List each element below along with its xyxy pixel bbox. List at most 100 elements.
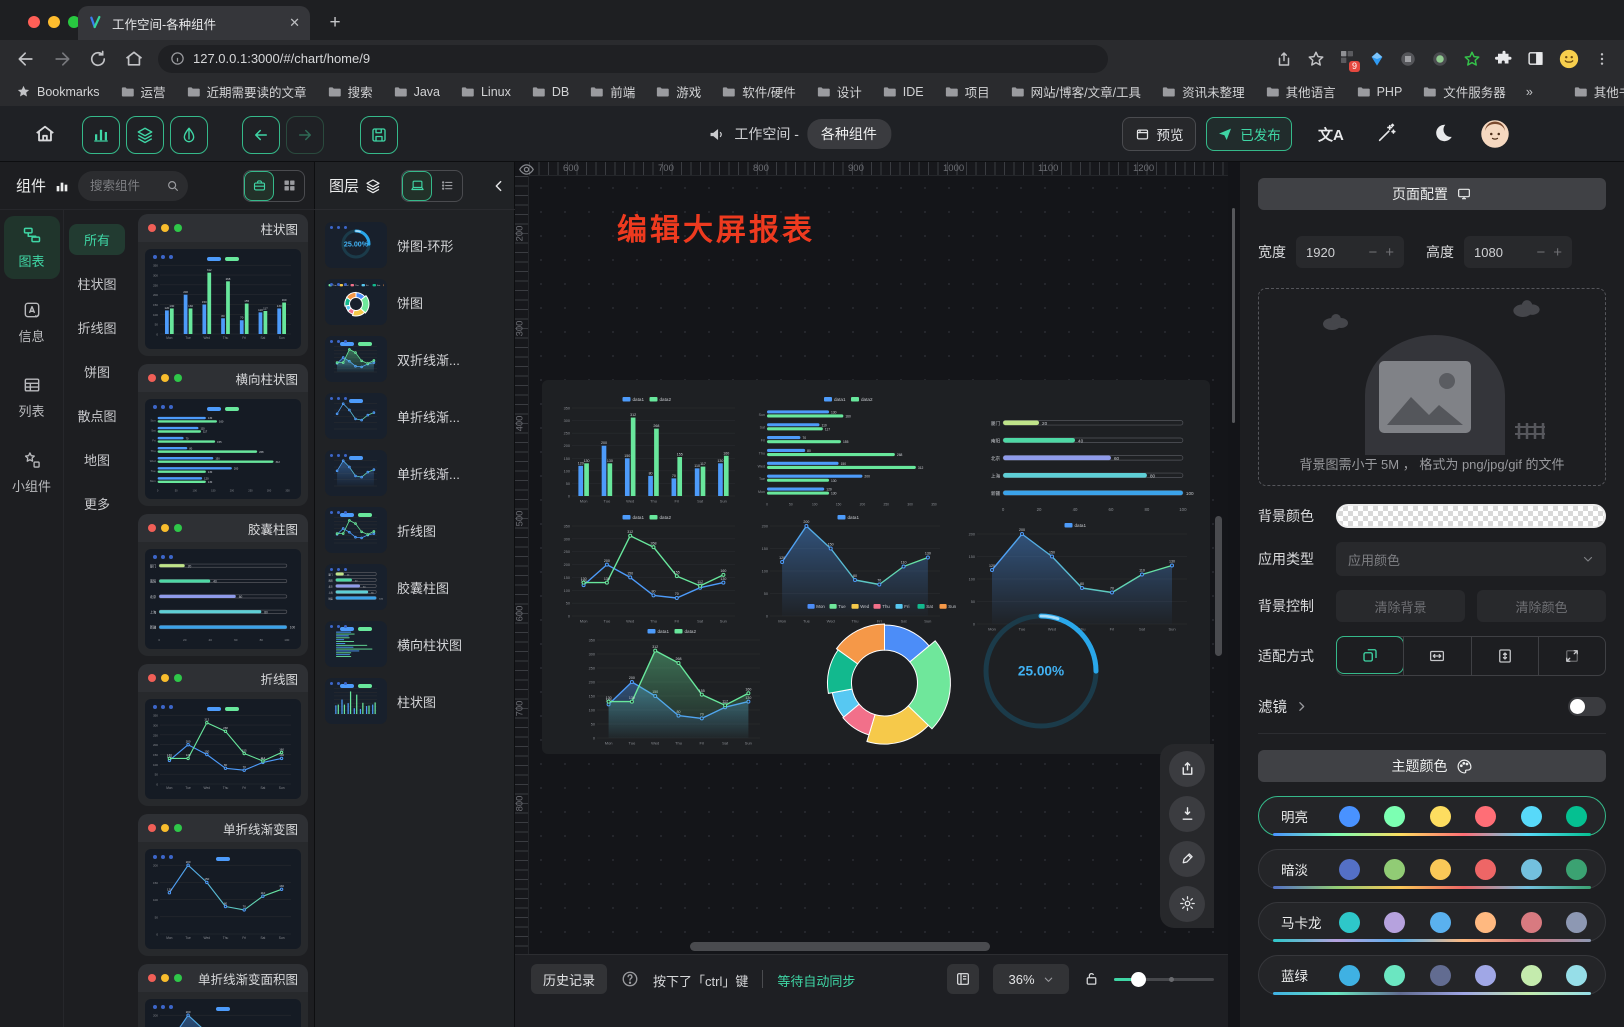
category-item[interactable]: 更多 xyxy=(69,488,125,519)
canvas-hbar-chart[interactable]: 050100150200250300350SunSatFriThuWedTueM… xyxy=(755,394,947,509)
ruler-eye-icon[interactable] xyxy=(518,162,535,178)
settings-button[interactable] xyxy=(1169,886,1205,922)
category-item[interactable]: 地图 xyxy=(69,444,125,475)
layers-list-view-button[interactable] xyxy=(432,171,462,201)
bookmark-folder[interactable]: DB xyxy=(531,84,569,99)
layer-item[interactable]: 厦门20南阳40北京60上海80新疆100 胶囊柱图 xyxy=(325,562,507,612)
layer-item[interactable]: 25.00% 饼图-环形 xyxy=(325,220,507,270)
forward-icon[interactable] xyxy=(52,49,72,69)
bookmark-folder[interactable]: 其他语言 xyxy=(1265,82,1336,101)
sidebar-item-widgets[interactable]: 小组件 xyxy=(4,441,60,504)
sidebar-item-charts[interactable]: 图表 xyxy=(4,216,60,279)
width-stepper[interactable]: 1920 −+ xyxy=(1296,236,1404,268)
canvas-progress-ring[interactable]: 25.00% xyxy=(980,610,1102,735)
canvas-pie-chart[interactable]: MonTueWedThuFriSatSun xyxy=(777,602,992,755)
extension-icon[interactable]: 9 xyxy=(1339,49,1355,68)
publish-button[interactable]: 已发布 xyxy=(1206,117,1292,151)
bookmark-folder[interactable]: 资讯未整理 xyxy=(1161,82,1245,101)
zoom-select[interactable]: 36% xyxy=(993,964,1069,994)
browser-tab[interactable]: 工作空间-各种组件 ✕ xyxy=(78,6,310,40)
other-bookmarks-folder[interactable]: 其他书签 xyxy=(1573,82,1624,101)
charts-panel-toggle-button[interactable] xyxy=(82,116,120,154)
settings-panel-scrollbar[interactable] xyxy=(1232,208,1235,423)
redo-button[interactable] xyxy=(286,116,324,154)
bookmark-folder[interactable]: 软件/硬件 xyxy=(721,82,795,101)
traffic-light-minimize[interactable] xyxy=(48,16,60,28)
category-item[interactable]: 所有 xyxy=(69,224,125,255)
tab-close-icon[interactable]: ✕ xyxy=(289,15,300,31)
design-canvas[interactable]: 6007008009001000110012001300 20030040050… xyxy=(515,162,1228,1027)
fit-fullscreen-button[interactable] xyxy=(1538,637,1605,675)
lock-icon[interactable] xyxy=(1083,970,1100,987)
bookmark-folder[interactable]: 前端 xyxy=(589,82,635,101)
extension-circle-icon[interactable] xyxy=(1399,50,1417,68)
import-button[interactable] xyxy=(1169,796,1205,832)
width-minus-icon[interactable]: − xyxy=(1368,244,1377,261)
bookmark-folder[interactable]: PHP xyxy=(1356,84,1403,99)
project-name-badge[interactable]: 各种组件 xyxy=(807,119,891,149)
component-search[interactable] xyxy=(78,171,188,201)
export-button[interactable] xyxy=(1169,751,1205,787)
help-icon[interactable] xyxy=(621,970,639,988)
fit-scale-button[interactable] xyxy=(1336,636,1404,674)
browser-menu-icon[interactable] xyxy=(1594,51,1610,67)
back-icon[interactable] xyxy=(16,49,36,69)
clear-background-button[interactable]: 清除背景 xyxy=(1336,590,1465,622)
height-minus-icon[interactable]: − xyxy=(1536,244,1545,261)
canvas-text-widget[interactable]: 编辑大屏报表 xyxy=(617,205,815,249)
layer-item[interactable]: 双折线渐... xyxy=(325,334,507,384)
bookmark-folder[interactable]: Linux xyxy=(460,84,511,99)
chevron-right-icon[interactable] xyxy=(1295,700,1308,713)
fit-height-button[interactable] xyxy=(1471,637,1538,675)
extension-dot-icon[interactable] xyxy=(1431,50,1449,68)
layer-item[interactable]: 单折线渐... xyxy=(325,391,507,441)
sidebar-item-info[interactable]: 信息 xyxy=(4,291,60,354)
bookmark-folder[interactable]: 设计 xyxy=(816,82,862,101)
view-toggle-case-button[interactable] xyxy=(244,171,274,201)
theme-row-暗淡[interactable]: 暗淡 xyxy=(1258,849,1606,889)
height-plus-icon[interactable]: + xyxy=(1553,244,1562,261)
bookmark-star-icon[interactable] xyxy=(1307,50,1325,68)
canvas-area-line-chart[interactable]: 050100150200250300350MonTueWedThuFriSatS… xyxy=(582,626,767,751)
bookmark-folder[interactable]: 近期需要读的文章 xyxy=(186,82,307,101)
collapse-panel-chevron-icon[interactable] xyxy=(491,178,507,194)
category-item[interactable]: 柱状图 xyxy=(69,268,125,299)
layers-thumbnail-view-button[interactable] xyxy=(402,171,432,201)
bookmark-folder[interactable]: 运营 xyxy=(120,82,166,101)
new-tab-button[interactable]: + xyxy=(322,10,348,36)
translate-icon[interactable]: 文A xyxy=(1318,124,1344,145)
details-panel-toggle-button[interactable] xyxy=(170,116,208,154)
preview-button[interactable]: 预览 xyxy=(1122,117,1196,151)
traffic-light-close[interactable] xyxy=(28,16,40,28)
component-card[interactable]: 胶囊柱图 厦门20南阳40北京60上海80新疆100020406080100 xyxy=(138,514,308,656)
width-plus-icon[interactable]: + xyxy=(1385,244,1394,261)
undo-button[interactable] xyxy=(242,116,280,154)
bookmark-folder[interactable]: 文件服务器 xyxy=(1422,82,1506,101)
zoom-slider-knob[interactable] xyxy=(1131,972,1146,987)
category-item[interactable]: 折线图 xyxy=(69,312,125,343)
canvas-capsule-chart[interactable]: 厦门20南阳40北京60上海80新疆100020406080100 xyxy=(987,410,1199,515)
site-info-icon[interactable] xyxy=(170,51,185,66)
layer-item[interactable]: MonTueWedThuFriSatSun 饼图 xyxy=(325,277,507,327)
readonly-mode-button[interactable] xyxy=(947,964,979,994)
address-bar[interactable]: 127.0.0.1:3000/#/chart/home/9 xyxy=(158,45,1108,73)
category-item[interactable]: 饼图 xyxy=(69,356,125,387)
theme-row-马卡龙[interactable]: 马卡龙 xyxy=(1258,902,1606,942)
layer-item[interactable]: 折线图 xyxy=(325,505,507,555)
canvas-bar-chart[interactable]: 050100150200250300350MonTueWedThuFriSatS… xyxy=(557,394,742,509)
component-card[interactable]: 柱状图 050100150200250300350MonTueWedThuFri… xyxy=(138,214,308,356)
background-upload-dropzone[interactable]: 背景图需小于 5M ， 格式为 png/jpg/gif 的文件 xyxy=(1258,288,1606,486)
share-icon[interactable] xyxy=(1275,50,1293,68)
bookmark-folder[interactable]: 项目 xyxy=(944,82,990,101)
side-panel-icon[interactable] xyxy=(1527,50,1544,67)
search-input[interactable] xyxy=(90,179,162,193)
view-toggle-grid-button[interactable] xyxy=(274,171,304,201)
layer-item[interactable]: 柱状图 xyxy=(325,676,507,726)
extension-gem-icon[interactable] xyxy=(1369,51,1385,67)
component-card[interactable]: 单折线渐变图 050100150200MonTueWedThuFriSatSun… xyxy=(138,814,308,956)
reload-icon[interactable] xyxy=(88,49,108,69)
bookmarks-overflow-chevron[interactable]: » xyxy=(1526,85,1533,99)
clear-color-button[interactable]: 清除颜色 xyxy=(1477,590,1606,622)
magic-wand-icon[interactable] xyxy=(1376,122,1398,144)
save-button[interactable] xyxy=(360,116,398,154)
